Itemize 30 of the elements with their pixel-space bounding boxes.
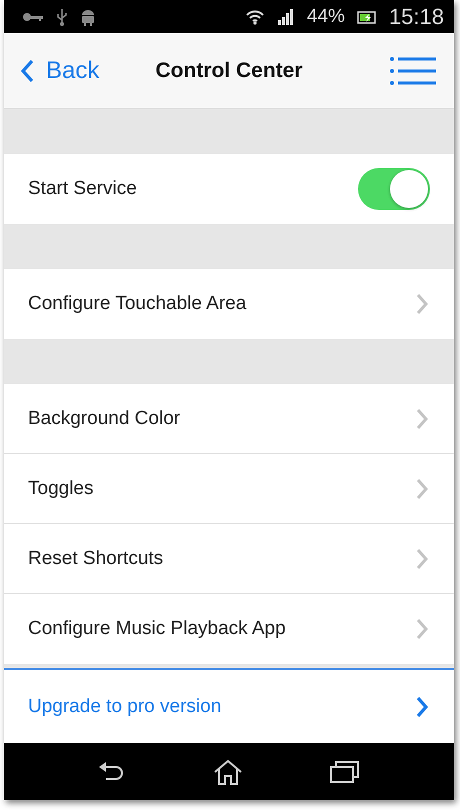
usb-icon bbox=[56, 8, 68, 26]
chevron-right-icon bbox=[416, 478, 428, 500]
battery-icon bbox=[356, 10, 377, 24]
chevron-right-icon bbox=[416, 293, 428, 316]
row-label: Start Service bbox=[28, 178, 137, 200]
chevron-left-icon bbox=[20, 58, 34, 83]
recent-apps-icon[interactable] bbox=[330, 760, 360, 783]
upgrade-row[interactable]: Upgrade to pro version bbox=[4, 668, 454, 744]
home-icon[interactable] bbox=[212, 758, 243, 785]
row-label: Configure Touchable Area bbox=[28, 293, 246, 316]
android-icon bbox=[80, 8, 96, 26]
chevron-right-icon bbox=[416, 548, 428, 570]
signal-icon bbox=[276, 8, 295, 25]
menu-icon[interactable] bbox=[390, 56, 436, 86]
row-label: Toggles bbox=[28, 478, 94, 500]
wifi-icon bbox=[244, 8, 265, 25]
toggle-switch[interactable] bbox=[358, 168, 430, 210]
chevron-right-icon bbox=[416, 696, 428, 718]
row-label: Configure Music Playback App bbox=[28, 618, 286, 640]
back-button[interactable]: Back bbox=[20, 56, 100, 85]
battery-percent: 44% bbox=[306, 6, 345, 28]
screen-title: Control Center bbox=[156, 58, 302, 83]
chevron-right-icon bbox=[416, 408, 428, 430]
chevron-right-icon bbox=[416, 618, 428, 640]
clock: 15:18 bbox=[388, 4, 444, 30]
row-label: Reset Shortcuts bbox=[28, 548, 164, 570]
back-arrow-icon[interactable] bbox=[98, 760, 126, 783]
row-label: Background Color bbox=[28, 408, 180, 430]
key-icon bbox=[22, 10, 44, 23]
upgrade-link[interactable]: Upgrade to pro version bbox=[28, 696, 222, 718]
